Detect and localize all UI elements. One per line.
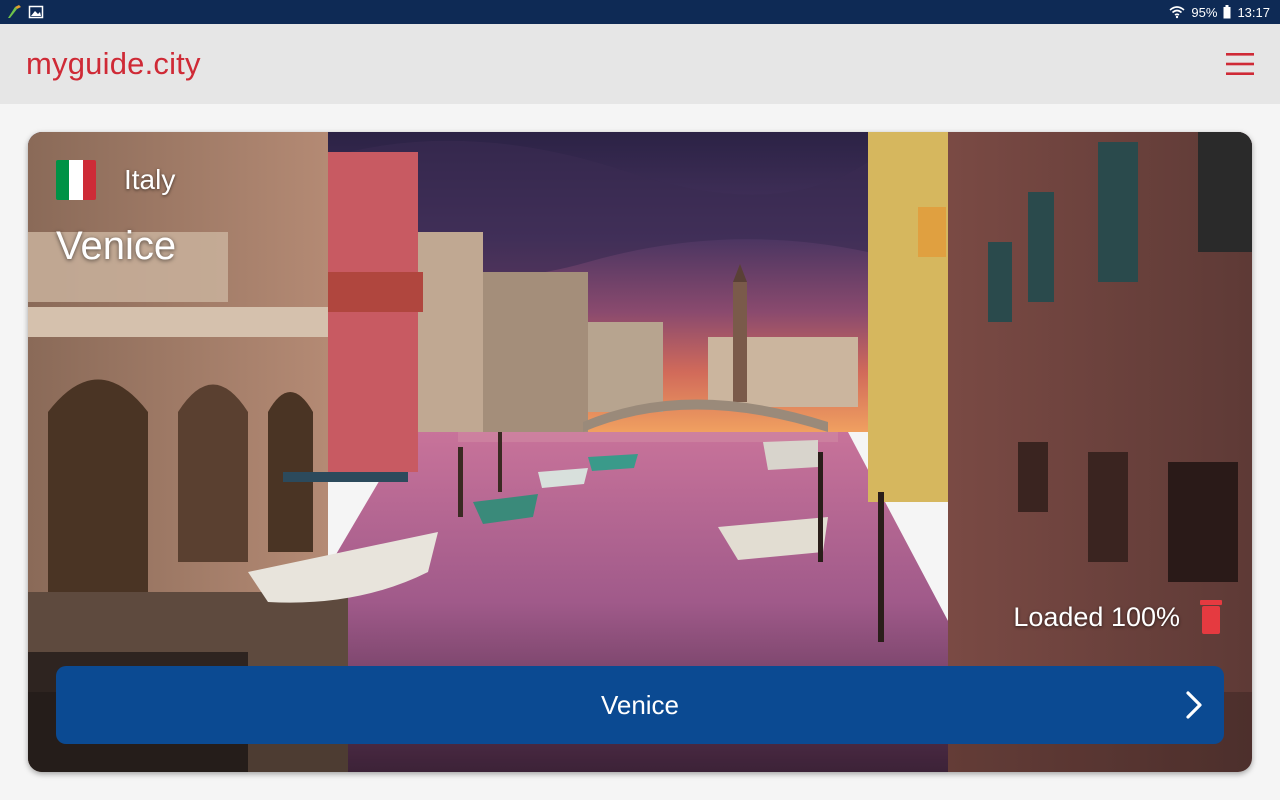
chevron-right-icon xyxy=(1186,691,1202,719)
menu-button[interactable] xyxy=(1224,48,1256,80)
battery-percent: 95% xyxy=(1191,4,1218,20)
status-left xyxy=(6,4,44,20)
download-status: Loaded 100% xyxy=(1013,600,1222,634)
trash-icon[interactable] xyxy=(1200,600,1222,634)
open-city-button[interactable]: Venice xyxy=(56,666,1224,744)
country-name: Italy xyxy=(124,164,176,195)
open-city-button-label: Venice xyxy=(600,689,680,720)
status-bar: 95% 13:17 xyxy=(0,0,1280,24)
loaded-status-text: Loaded 100% xyxy=(1013,601,1180,632)
app-bar: myguide.city xyxy=(0,24,1280,104)
brand-logo-text[interactable]: myguide.city xyxy=(26,46,201,82)
hamburger-menu-icon xyxy=(1226,53,1254,75)
app-notification-icon xyxy=(6,4,22,20)
image-notification-icon xyxy=(28,4,44,20)
city-card[interactable]: Italy Venice Loaded 100% Venice xyxy=(28,132,1252,772)
wifi-icon xyxy=(1169,5,1185,19)
italy-flag-icon xyxy=(56,160,96,200)
city-title: Venice xyxy=(56,224,177,268)
battery-icon xyxy=(1223,5,1231,19)
status-right: 95% 13:17 xyxy=(1169,5,1270,20)
clock: 13:17 xyxy=(1237,4,1270,20)
country-row: Italy xyxy=(56,160,175,200)
